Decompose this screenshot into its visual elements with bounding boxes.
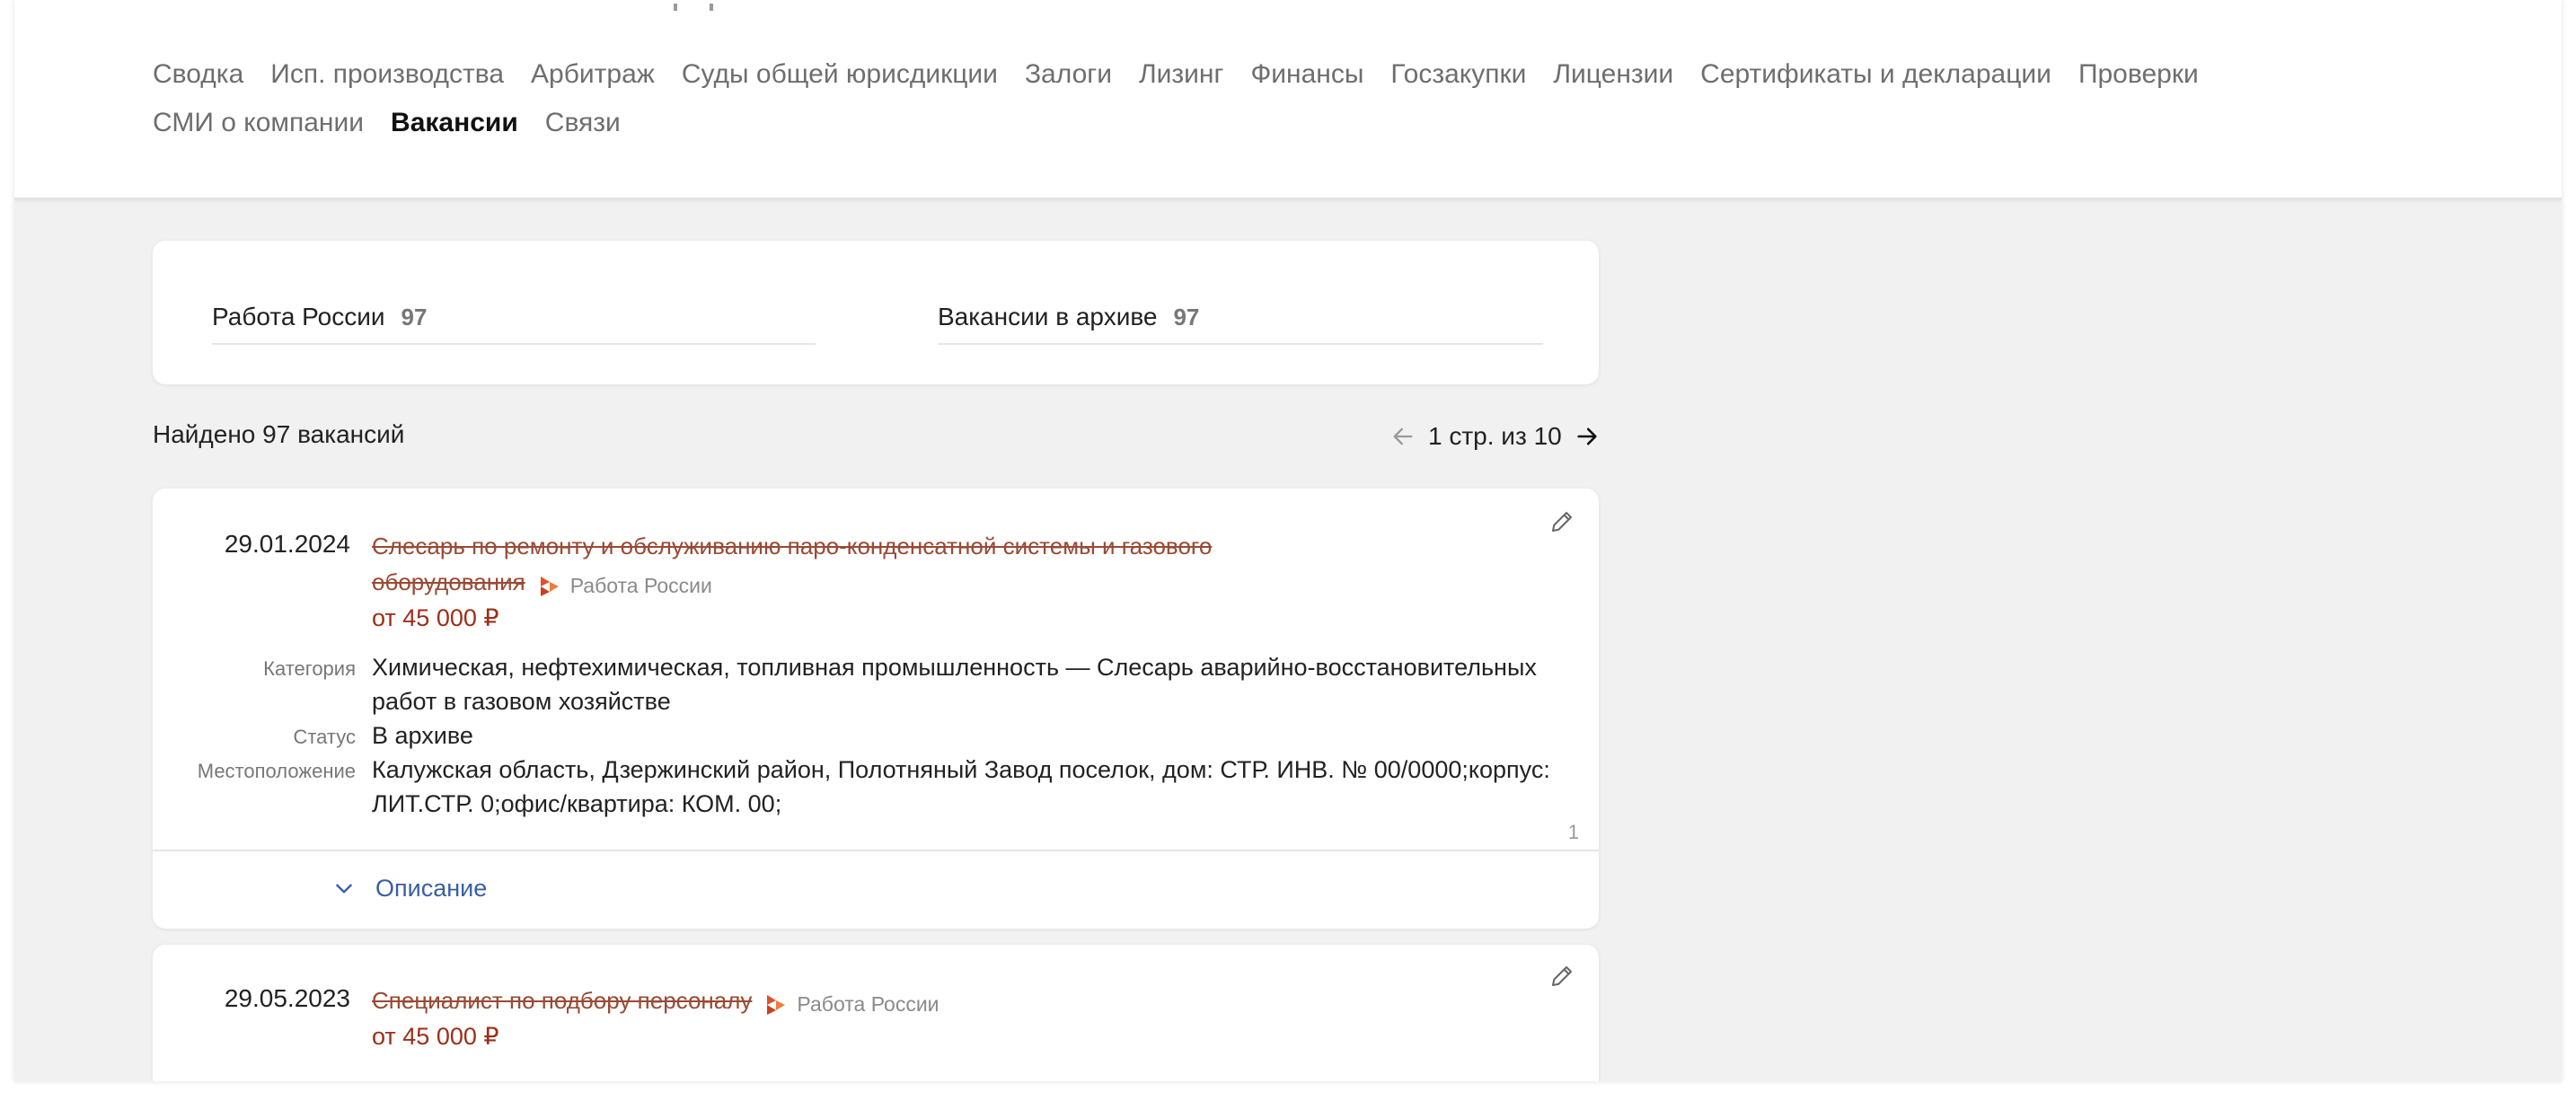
nav-item-courts[interactable]: Суды общей юрисдикции — [682, 59, 998, 90]
source-tab-archive[interactable]: Вакансии в архиве 97 — [938, 291, 1543, 345]
property-location: Местоположение Калужская область, Дзержи… — [153, 753, 1599, 821]
nav-item-finance[interactable]: Финансы — [1250, 59, 1363, 90]
nav-item-licenses[interactable]: Лицензии — [1553, 59, 1673, 90]
next-page-button[interactable] — [1573, 422, 1601, 451]
property-label: Статус — [293, 726, 356, 748]
property-category: Категория Химическая, нефтехимическая, т… — [153, 650, 1599, 718]
source-label: Вакансии в архиве — [938, 303, 1158, 330]
property-status: Статус В архиве — [153, 718, 1599, 753]
vacancy-salary: от 45 000 ₽ — [372, 604, 499, 631]
vacancy-date: 29.05.2023 — [224, 984, 350, 1012]
rabota-rossii-logo-icon — [540, 576, 559, 596]
nav-item-media[interactable]: СМИ о компании — [153, 108, 364, 138]
nav-item-procurement[interactable]: Госзакупки — [1390, 59, 1526, 90]
nav-row-2: СМИ о компании Вакансии Связи — [153, 99, 2308, 147]
vacancy-title[interactable]: Слесарь по ремонту и обслуживанию паро-к… — [372, 533, 1212, 595]
page-frame: Сводка Исп. производства Арбитраж Суды о… — [14, 0, 2562, 1081]
pencil-icon — [1552, 512, 1572, 532]
property-value: В архиве — [372, 722, 473, 749]
nav-item-arbitration[interactable]: Арбитраж — [531, 59, 655, 90]
vacancy-index: 1 — [1567, 821, 1579, 843]
property-label: Местоположение — [197, 760, 356, 782]
source-count: 97 — [1173, 303, 1200, 330]
property-value: Химическая, нефтехимическая, топливная п… — [372, 654, 1537, 715]
vacancy-source: Работа России — [764, 992, 940, 1017]
vacancy-title-block: Слесарь по ремонту и обслуживанию паро-к… — [372, 528, 1342, 636]
page-indicator: 1 стр. из 10 — [1428, 422, 1562, 450]
description-label: Описание — [375, 874, 488, 902]
nav-row-1: Сводка Исп. производства Арбитраж Суды о… — [153, 50, 2308, 99]
source-tab-rabota-rossii[interactable]: Работа России 97 — [212, 291, 816, 345]
nav-item-leasing[interactable]: Лизинг — [1139, 59, 1223, 90]
section-nav: Сводка Исп. производства Арбитраж Суды о… — [153, 50, 2308, 147]
vacancy-title[interactable]: Специалист по подбору персоналу — [372, 987, 752, 1014]
nav-item-vacancies[interactable]: Вакансии — [391, 108, 518, 138]
source-label: Работа России — [212, 303, 385, 330]
property-value: Калужская область, Дзержинский район, По… — [372, 756, 1550, 817]
description-toggle[interactable]: Описание — [332, 866, 487, 911]
vacancy-date: 29.01.2024 — [224, 530, 350, 558]
pagination: 1 стр. из 10 — [1389, 418, 1604, 454]
vacancy-properties: Категория Химическая, нефтехимическая, т… — [153, 650, 1599, 821]
property-label: Категория — [263, 657, 356, 680]
nav-item-summary[interactable]: Сводка — [153, 59, 243, 90]
nav-item-pledges[interactable]: Залоги — [1025, 59, 1112, 90]
vacancy-card: 29.05.2023 Специалист по подбору персона… — [153, 945, 1599, 1081]
edit-button[interactable] — [1548, 508, 1579, 539]
arrow-left-icon — [1393, 427, 1413, 445]
results-count: Найдено 97 вакансий — [153, 420, 405, 448]
vacancy-source-label: Работа России — [569, 574, 712, 598]
vacancy-salary: от 45 000 ₽ — [372, 1023, 499, 1050]
pencil-icon — [1552, 966, 1572, 986]
vacancy-card: 29.01.2024 Слесарь по ремонту и обслужив… — [153, 489, 1599, 929]
vacancy-source-label: Работа России — [797, 992, 940, 1017]
nav-item-enforcement[interactable]: Исп. производства — [270, 59, 504, 90]
divider — [153, 850, 1599, 851]
sources-card: Работа России 97 Вакансии в архиве 97 — [153, 241, 1599, 384]
header: Сводка Исп. производства Арбитраж Суды о… — [14, 0, 2562, 199]
vacancy-source: Работа России — [538, 574, 712, 598]
prev-page-button[interactable] — [1389, 422, 1417, 451]
nav-item-connections[interactable]: Связи — [545, 108, 621, 138]
chevron-down-icon — [336, 884, 352, 894]
arrow-right-icon — [1577, 427, 1597, 445]
rabota-rossii-logo-icon — [767, 994, 786, 1015]
edit-button[interactable] — [1548, 963, 1579, 993]
vacancy-title-block: Специалист по подбору персоналу Работа Р… — [372, 982, 1342, 1054]
header-decoration — [674, 4, 713, 11]
source-count: 97 — [401, 303, 428, 330]
nav-item-inspections[interactable]: Проверки — [2078, 59, 2199, 90]
nav-item-certificates[interactable]: Сертификаты и декларации — [1700, 59, 2051, 90]
